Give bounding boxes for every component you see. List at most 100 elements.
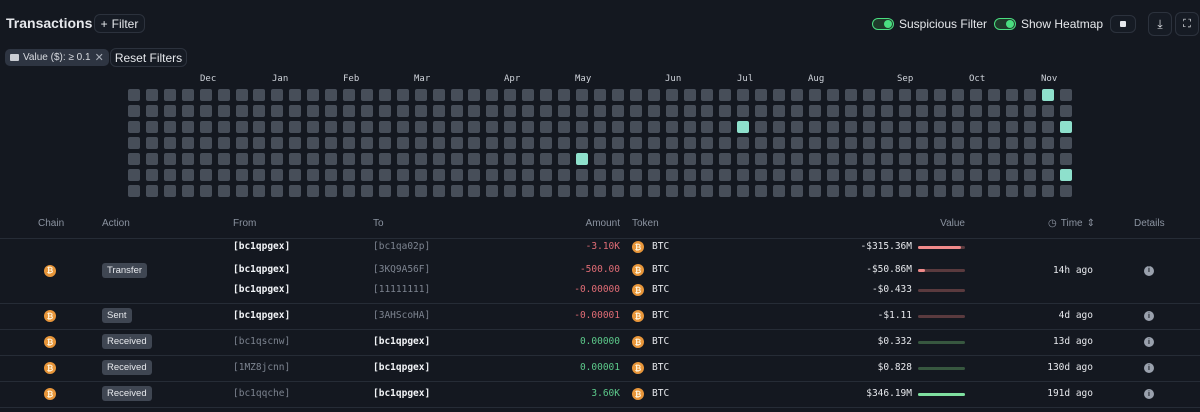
- heatmap-cell[interactable]: [145, 89, 158, 101]
- heatmap-cell[interactable]: [898, 169, 911, 181]
- heatmap-cell[interactable]: [988, 169, 1001, 181]
- heatmap-cell[interactable]: [898, 121, 911, 133]
- heatmap-cell[interactable]: [970, 169, 983, 181]
- heatmap-cell[interactable]: [862, 169, 875, 181]
- heatmap-cell[interactable]: [647, 137, 660, 149]
- heatmap-cell[interactable]: [289, 169, 302, 181]
- heatmap-cell[interactable]: [378, 137, 391, 149]
- show-heatmap-toggle-group[interactable]: Show Heatmap: [994, 17, 1103, 31]
- download-button[interactable]: ⤓: [1148, 12, 1172, 36]
- heatmap-cell[interactable]: [934, 185, 947, 197]
- heatmap-cell[interactable]: [665, 153, 678, 165]
- heatmap-cell[interactable]: [952, 89, 965, 101]
- heatmap-cell[interactable]: [988, 105, 1001, 117]
- heatmap-cell[interactable]: [629, 169, 642, 181]
- heatmap-cell[interactable]: [1006, 121, 1019, 133]
- heatmap-cell[interactable]: [325, 105, 338, 117]
- heatmap-cell[interactable]: [128, 121, 140, 133]
- info-icon[interactable]: i: [1144, 363, 1154, 373]
- heatmap-cell[interactable]: [719, 185, 732, 197]
- heatmap-cell[interactable]: [808, 89, 821, 101]
- heatmap-cell[interactable]: [378, 153, 391, 165]
- heatmap-cell[interactable]: [253, 153, 266, 165]
- heatmap-cell[interactable]: [701, 185, 714, 197]
- heatmap-cell[interactable]: [862, 185, 875, 197]
- heatmap-cell[interactable]: [1006, 105, 1019, 117]
- heatmap-cell[interactable]: [343, 153, 356, 165]
- heatmap-cell[interactable]: [737, 153, 750, 165]
- heatmap-cell[interactable]: [826, 89, 839, 101]
- heatmap-cell[interactable]: [199, 185, 212, 197]
- heatmap-cell[interactable]: [325, 89, 338, 101]
- heatmap-cell[interactable]: [701, 105, 714, 117]
- heatmap-cell[interactable]: [432, 169, 445, 181]
- heatmap-cell[interactable]: [629, 89, 642, 101]
- heatmap-cell[interactable]: [181, 137, 194, 149]
- heatmap-cell[interactable]: [719, 89, 732, 101]
- heatmap-cell[interactable]: [934, 169, 947, 181]
- heatmap-cell[interactable]: [343, 169, 356, 181]
- heatmap-cell[interactable]: [1024, 105, 1036, 117]
- heatmap-cell[interactable]: [307, 105, 320, 117]
- heatmap-cell[interactable]: [145, 105, 158, 117]
- heatmap-cell[interactable]: [970, 185, 983, 197]
- heatmap-cell[interactable]: [898, 89, 911, 101]
- heatmap-cell[interactable]: [217, 153, 230, 165]
- heatmap-cell[interactable]: [235, 153, 248, 165]
- heatmap-cell[interactable]: [343, 185, 356, 197]
- reset-filters-button[interactable]: Reset Filters: [110, 48, 187, 67]
- heatmap-cell[interactable]: [360, 185, 373, 197]
- heatmap-cell[interactable]: [773, 89, 786, 101]
- heatmap-cell[interactable]: [486, 185, 499, 197]
- heatmap-cell[interactable]: [145, 153, 158, 165]
- heatmap-cell[interactable]: [396, 137, 409, 149]
- heatmap-cell[interactable]: [307, 137, 320, 149]
- heatmap-cell[interactable]: [163, 185, 176, 197]
- heatmap-cell[interactable]: [611, 137, 624, 149]
- heatmap-cell[interactable]: [916, 185, 929, 197]
- heatmap-cell[interactable]: [128, 89, 140, 101]
- heatmap-cell[interactable]: [773, 137, 786, 149]
- heatmap-cell[interactable]: [468, 169, 481, 181]
- heatmap-cell[interactable]: [647, 185, 660, 197]
- heatmap-cell[interactable]: [1059, 89, 1072, 101]
- heatmap-cell[interactable]: [934, 153, 947, 165]
- heatmap-cell[interactable]: [701, 169, 714, 181]
- heatmap-cell[interactable]: [199, 153, 212, 165]
- heatmap-cell[interactable]: [450, 89, 463, 101]
- heatmap-cell[interactable]: [808, 105, 821, 117]
- heatmap-cell[interactable]: [360, 137, 373, 149]
- heatmap-cell[interactable]: [665, 169, 678, 181]
- heatmap-cell[interactable]: [253, 169, 266, 181]
- heatmap-cell[interactable]: [970, 89, 983, 101]
- heatmap-cell[interactable]: [1059, 137, 1072, 149]
- heatmap-cell[interactable]: [217, 137, 230, 149]
- heatmap-cell[interactable]: [952, 121, 965, 133]
- heatmap-cell[interactable]: [1024, 121, 1036, 133]
- heatmap-cell[interactable]: [217, 121, 230, 133]
- heatmap-cell[interactable]: [952, 137, 965, 149]
- heatmap-cell[interactable]: [468, 89, 481, 101]
- heatmap-cell[interactable]: [486, 137, 499, 149]
- heatmap-cell[interactable]: [773, 153, 786, 165]
- to-address[interactable]: [bc1qpgex]: [373, 336, 430, 347]
- heatmap-cell[interactable]: [181, 169, 194, 181]
- heatmap-cell[interactable]: [289, 153, 302, 165]
- heatmap-cell[interactable]: [450, 169, 463, 181]
- heatmap-cell[interactable]: [611, 121, 624, 133]
- heatmap-cell[interactable]: [522, 169, 535, 181]
- heatmap-cell[interactable]: [432, 137, 445, 149]
- heatmap-cell[interactable]: [558, 89, 571, 101]
- heatmap-cell[interactable]: [181, 121, 194, 133]
- add-filter-button[interactable]: + Filter: [94, 14, 145, 33]
- heatmap-cell[interactable]: [217, 89, 230, 101]
- heatmap-cell[interactable]: [253, 185, 266, 197]
- heatmap-cell[interactable]: [844, 121, 857, 133]
- heatmap-cell[interactable]: [217, 105, 230, 117]
- heatmap-cell[interactable]: [181, 105, 194, 117]
- fullscreen-button[interactable]: ⛶: [1175, 12, 1199, 36]
- stop-button[interactable]: [1110, 15, 1136, 33]
- heatmap-cell[interactable]: [862, 137, 875, 149]
- heatmap-cell[interactable]: [163, 121, 176, 133]
- heatmap-cell[interactable]: [826, 185, 839, 197]
